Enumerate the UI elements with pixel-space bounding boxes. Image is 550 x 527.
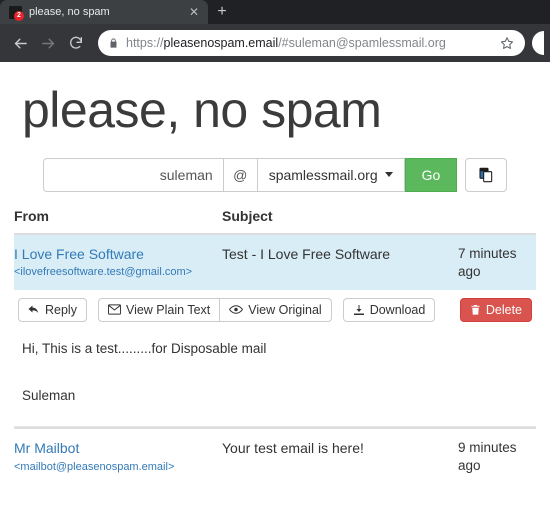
url-scheme: https:// [126, 36, 164, 50]
row-from-cell: Mr Mailbot <mailbot@pleasenospam.email> [14, 439, 222, 475]
mail-body-line-2: Suleman [22, 387, 76, 403]
reply-label: Reply [45, 302, 77, 317]
address-input-group: @ spamlessmail.org Go [42, 157, 458, 192]
domain-select[interactable]: spamlessmail.org [256, 157, 405, 192]
unread-badge: 2 [14, 10, 24, 21]
reply-arrow-icon [28, 305, 39, 313]
row-time-cell: 9 minutes ago [458, 439, 536, 475]
eye-icon [229, 305, 244, 315]
sender-name[interactable]: Mr Mailbot [14, 439, 222, 458]
row-time-cell: 7 minutes ago [458, 245, 536, 281]
browser-chrome: 2 please, no spam ✕ + https://pleasenosp… [0, 0, 550, 62]
mail-table: From Subject I Love Free Software <ilove… [14, 208, 536, 485]
sender-address: <mailbot@pleasenospam.email> [14, 460, 175, 473]
mail-subject: Your test email is here! [222, 439, 364, 456]
tab-title: please, no spam [29, 6, 110, 18]
lock-icon [108, 37, 119, 49]
mail-detail-pane: Reply View Plain Text View Original Down… [14, 289, 536, 427]
mail-action-bar: Reply View Plain Text View Original Down… [14, 290, 536, 330]
envelope-icon [108, 304, 121, 316]
mail-time: 7 minutes ago [458, 245, 517, 279]
reply-button[interactable]: Reply [18, 297, 87, 322]
column-header-subject: Subject [222, 207, 273, 224]
sender-address: <ilovefreesoftware.test@gmail.com> [14, 266, 193, 279]
reload-icon[interactable] [62, 29, 90, 57]
download-label: Download [369, 302, 426, 317]
url-host: pleasenospam.email [163, 36, 279, 50]
browser-tab[interactable]: 2 please, no spam ✕ [0, 0, 208, 24]
trash-icon [471, 304, 480, 315]
mail-subject: Test - I Love Free Software [222, 245, 391, 262]
delete-label: Delete [485, 302, 522, 317]
go-button[interactable]: Go [404, 157, 458, 192]
arrow-left-icon[interactable] [6, 29, 34, 57]
mail-body: Hi, This is a test.........for Disposabl… [14, 330, 536, 426]
url-text: https://pleasenospam.email/#suleman@spam… [126, 36, 493, 50]
url-path: /#suleman@spamlessmail.org [278, 36, 446, 50]
plus-icon[interactable]: + [208, 0, 236, 24]
mail-body-line-1: Hi, This is a test.........for Disposabl… [22, 340, 267, 356]
row-from-cell: I Love Free Software <ilovefreesoftware.… [14, 245, 222, 281]
column-header-time [458, 208, 536, 224]
mail-badge-favicon: 2 [9, 5, 24, 21]
address-form: @ spamlessmail.org Go [14, 157, 536, 192]
sender-name[interactable]: I Love Free Software [14, 245, 222, 264]
star-icon[interactable] [497, 33, 517, 53]
table-row[interactable]: I Love Free Software <ilovefreesoftware.… [14, 234, 536, 290]
browser-toolbar: https://pleasenospam.email/#suleman@spam… [0, 24, 550, 62]
row-subject-cell: Your test email is here! [222, 439, 458, 475]
copy-icon[interactable] [465, 157, 508, 192]
chevron-down-icon [384, 172, 393, 177]
domain-select-label: spamlessmail.org [268, 166, 378, 183]
view-plain-text-label: View Plain Text [125, 302, 211, 317]
profile-button[interactable] [532, 31, 544, 55]
view-original-button[interactable]: View Original [219, 297, 332, 322]
column-header-from: From [14, 207, 49, 224]
table-row[interactable]: Mr Mailbot <mailbot@pleasenospam.email> … [14, 429, 536, 484]
view-original-label: View Original [248, 302, 322, 317]
view-button-group: View Plain Text View Original [97, 297, 332, 322]
view-plain-text-button[interactable]: View Plain Text [97, 297, 221, 322]
arrow-right-icon[interactable] [34, 29, 62, 57]
close-icon[interactable]: ✕ [186, 4, 202, 20]
mailbox-name-input[interactable] [42, 157, 223, 192]
delete-button[interactable]: Delete [459, 297, 532, 322]
mail-table-header: From Subject [14, 208, 536, 235]
download-button[interactable]: Download [342, 297, 436, 322]
download-icon [353, 304, 364, 315]
tab-strip: 2 please, no spam ✕ + [0, 0, 550, 24]
row-subject-cell: Test - I Love Free Software [222, 245, 458, 281]
page-title: please, no spam [22, 82, 382, 138]
at-separator: @ [222, 157, 257, 192]
page-content: please, no spam @ spamlessmail.org Go Fr… [0, 62, 550, 527]
omnibox[interactable]: https://pleasenospam.email/#suleman@spam… [98, 30, 525, 56]
mail-time: 9 minutes ago [458, 439, 517, 473]
